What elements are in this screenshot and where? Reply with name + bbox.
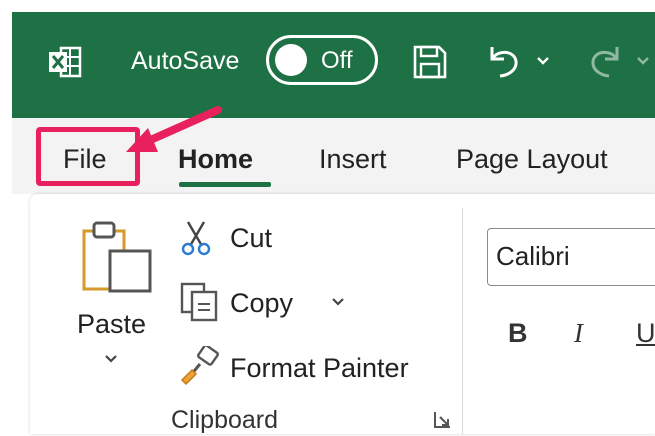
autosave-state: Off xyxy=(321,47,353,74)
copy-button[interactable]: Copy xyxy=(230,287,293,319)
cut-button[interactable]: Cut xyxy=(230,222,272,254)
autosave-label: AutoSave xyxy=(131,47,240,75)
tab-insert[interactable]: Insert xyxy=(319,137,387,181)
copy-dropdown-icon[interactable] xyxy=(330,295,346,307)
paste-button[interactable]: Paste xyxy=(77,308,146,340)
autosave-toggle[interactable]: Off xyxy=(266,35,378,85)
pointer-arrow-icon xyxy=(126,106,222,152)
save-icon[interactable] xyxy=(410,42,450,82)
paste-dropdown-icon[interactable] xyxy=(103,352,119,364)
copy-icon[interactable] xyxy=(180,282,220,322)
format-painter-button[interactable]: Format Painter xyxy=(230,352,409,384)
toggle-knob xyxy=(275,44,307,76)
group-divider xyxy=(462,208,463,434)
paste-icon[interactable] xyxy=(80,215,154,295)
excel-icon xyxy=(48,45,82,79)
underline-button[interactable]: U xyxy=(636,316,655,350)
scissors-icon[interactable] xyxy=(180,220,212,256)
clipboard-group-label: Clipboard xyxy=(171,406,279,434)
redo-icon[interactable] xyxy=(584,40,626,82)
undo-dropdown-icon[interactable] xyxy=(534,52,552,70)
tab-page-layout[interactable]: Page Layout xyxy=(456,137,608,181)
font-name-value: Calibri xyxy=(496,241,570,271)
format-painter-icon[interactable] xyxy=(180,344,222,386)
undo-icon[interactable] xyxy=(483,40,525,82)
italic-button[interactable]: I xyxy=(574,316,583,350)
dialog-launcher-icon[interactable] xyxy=(432,410,452,430)
redo-dropdown-icon[interactable] xyxy=(634,52,652,70)
bold-button[interactable]: B xyxy=(508,316,528,350)
active-tab-indicator xyxy=(179,182,271,187)
